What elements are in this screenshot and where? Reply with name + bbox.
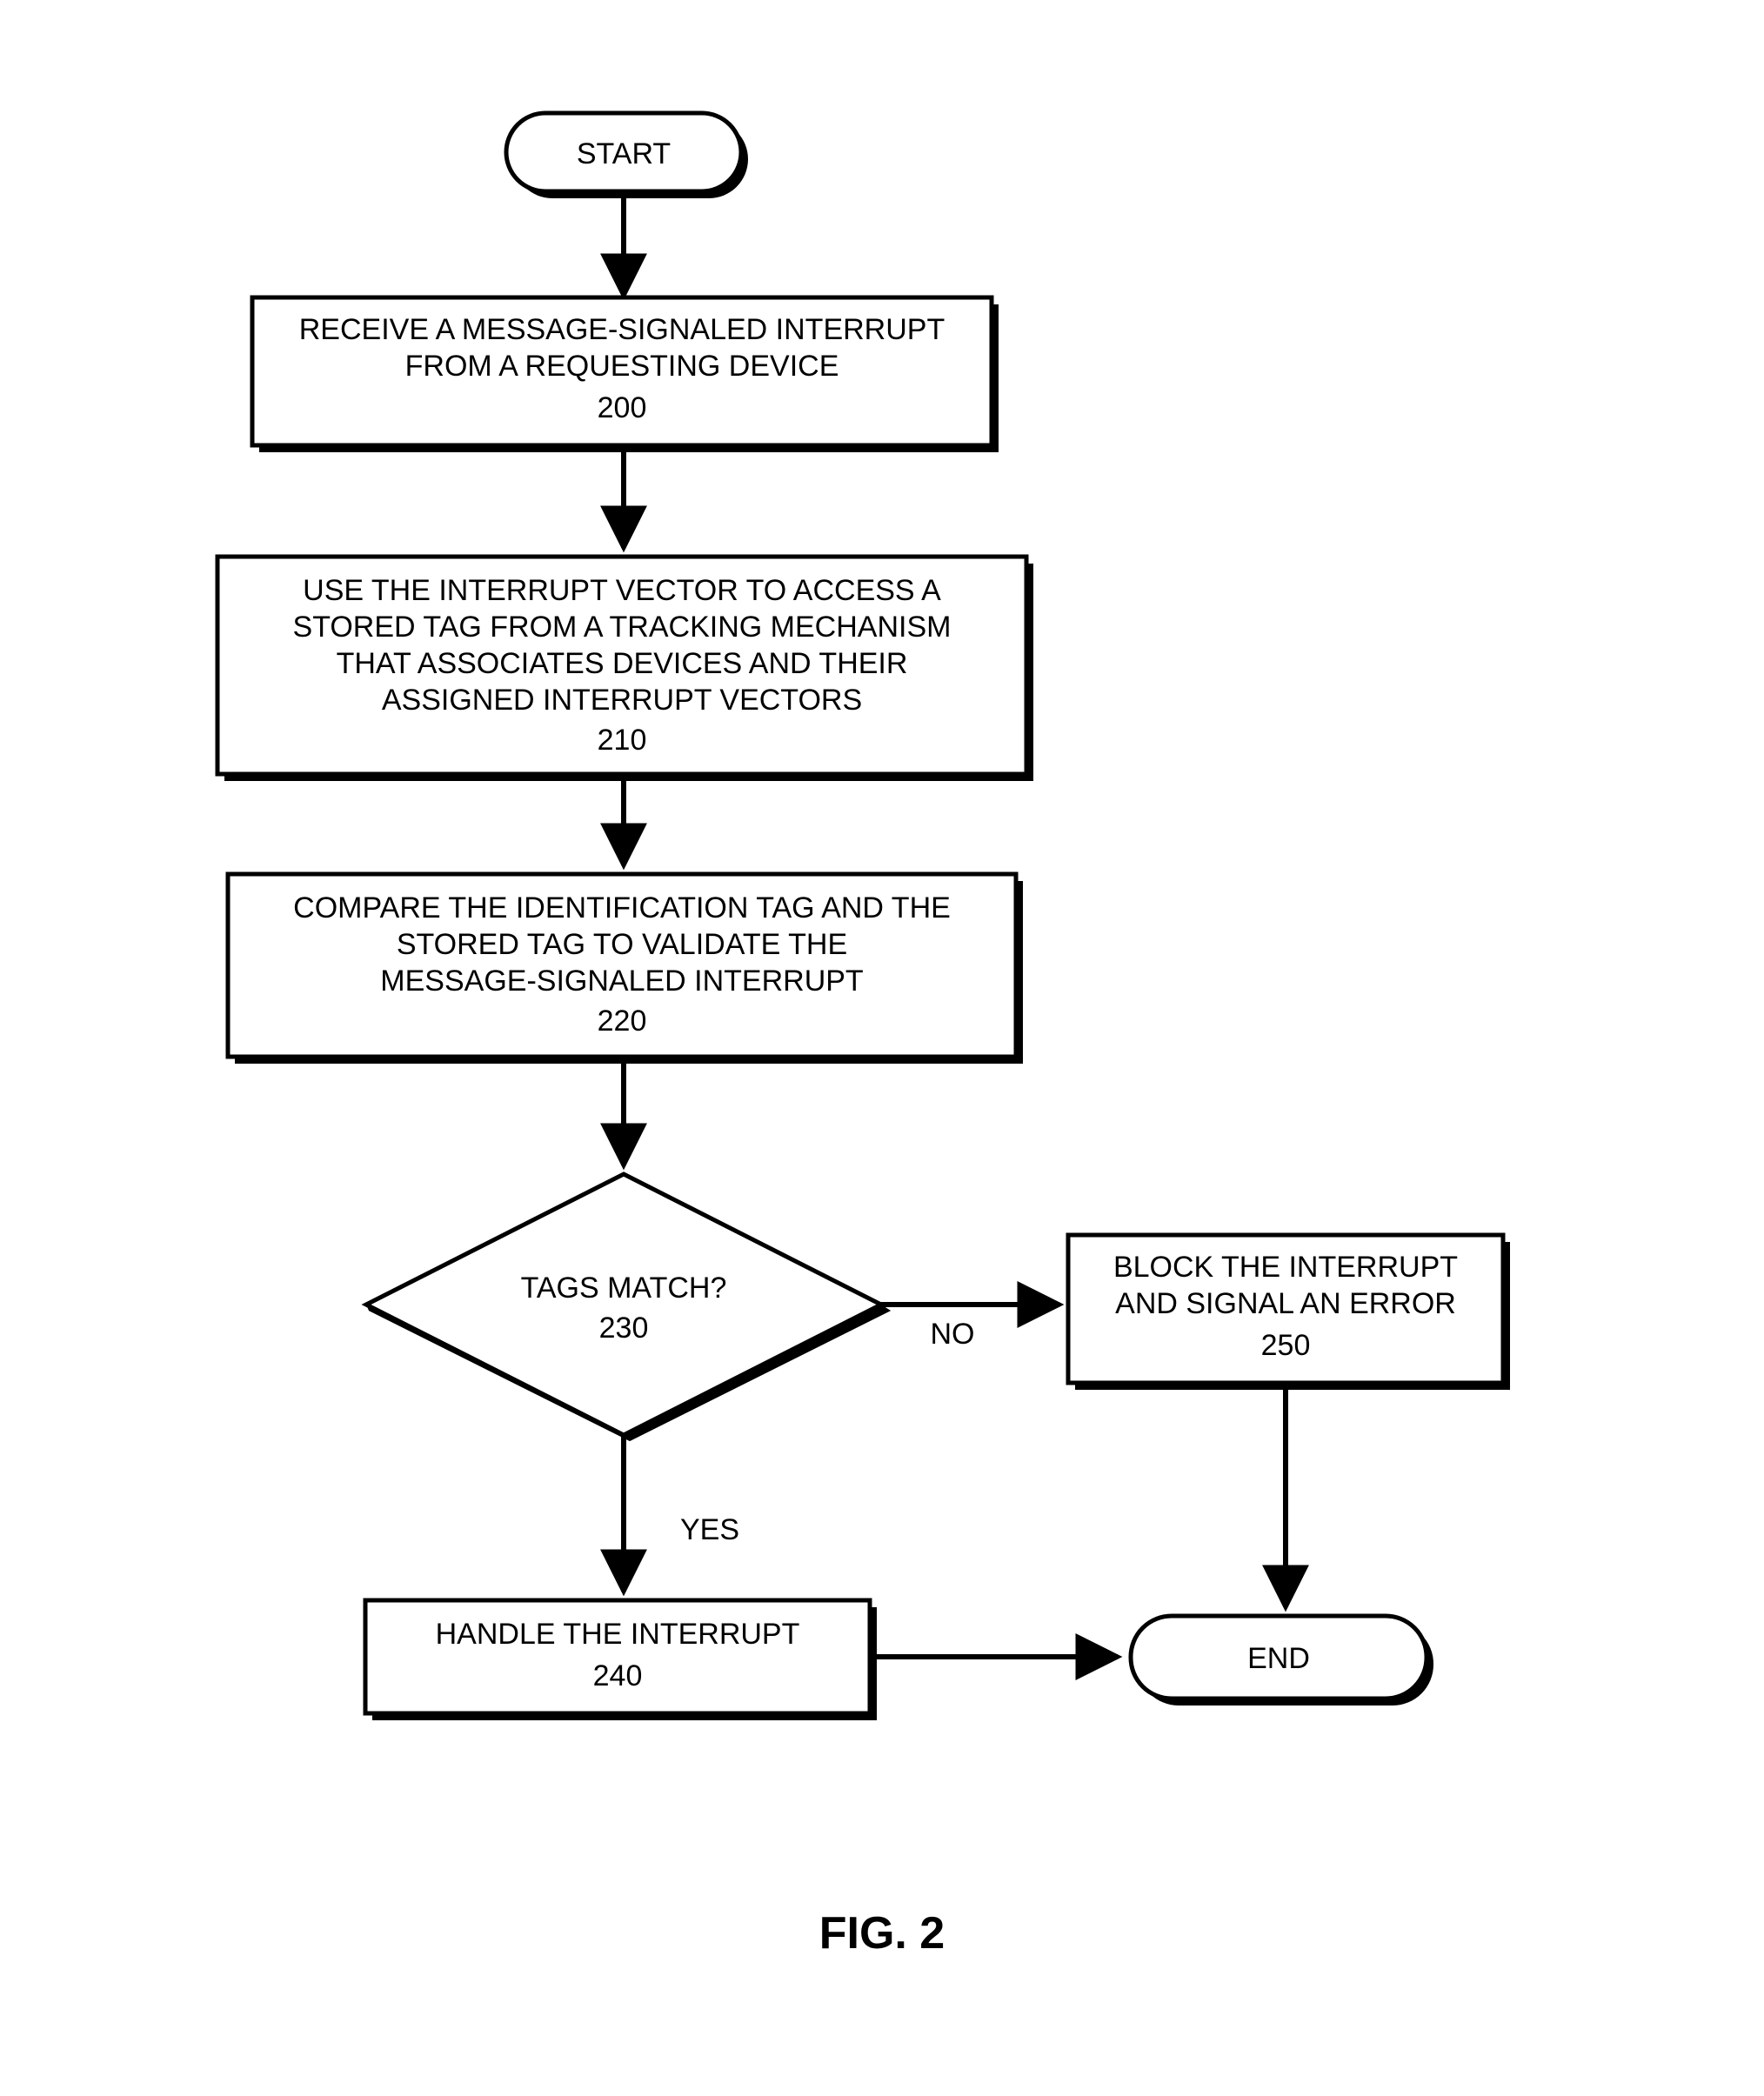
decision-num: 230 (599, 1312, 649, 1345)
process-250: BLOCK THE INTERRUPT AND SIGNAL AN ERROR … (1068, 1235, 1510, 1390)
process-210: USE THE INTERRUPT VECTOR TO ACCESS A STO… (217, 557, 1033, 781)
s250-l2: AND SIGNAL AN ERROR (1115, 1287, 1456, 1320)
terminal-start: START (506, 113, 748, 198)
s250-l1: BLOCK THE INTERRUPT (1113, 1251, 1458, 1284)
edge-230-no-250: NO (881, 1305, 1059, 1351)
s200-num: 200 (598, 391, 647, 424)
process-220: COMPARE THE IDENTIFICATION TAG AND THE S… (228, 874, 1023, 1064)
s210-l1: USE THE INTERRUPT VECTOR TO ACCESS A (303, 574, 941, 607)
process-240: HANDLE THE INTERRUPT 240 (365, 1600, 877, 1720)
terminal-end: END (1131, 1616, 1433, 1706)
label-yes: YES (680, 1513, 739, 1546)
s220-l3: MESSAGE-SIGNALED INTERRUPT (380, 965, 863, 998)
start-label: START (577, 137, 671, 170)
s220-l1: COMPARE THE IDENTIFICATION TAG AND THE (293, 891, 951, 925)
s220-l2: STORED TAG TO VALIDATE THE (397, 928, 847, 961)
end-label: END (1247, 1642, 1310, 1675)
label-no: NO (931, 1318, 975, 1351)
s200-l1: RECEIVE A MESSAGE-SIGNALED INTERRUPT (299, 313, 945, 346)
edge-230-yes-240: YES (624, 1435, 739, 1592)
s210-num: 210 (598, 724, 647, 757)
decision-q: TAGS MATCH? (521, 1272, 727, 1305)
s250-num: 250 (1261, 1329, 1311, 1362)
s240-l1: HANDLE THE INTERRUPT (436, 1618, 800, 1651)
process-200: RECEIVE A MESSAGE-SIGNALED INTERRUPT FRO… (252, 297, 999, 452)
s210-l3: THAT ASSOCIATES DEVICES AND THEIR (337, 647, 908, 680)
s210-l4: ASSIGNED INTERRUPT VECTORS (382, 684, 862, 717)
s200-l2: FROM A REQUESTING DEVICE (405, 350, 839, 383)
s210-l2: STORED TAG FROM A TRACKING MECHANISM (293, 611, 952, 644)
figure-label: FIG. 2 (819, 1908, 945, 1959)
decision-230: TAGS MATCH? 230 (366, 1174, 891, 1441)
s240-num: 240 (593, 1659, 643, 1692)
s220-num: 220 (598, 1005, 647, 1038)
flowchart: START RECEIVE A MESSAGE-SIGNALED INTERRU… (0, 0, 1764, 2096)
